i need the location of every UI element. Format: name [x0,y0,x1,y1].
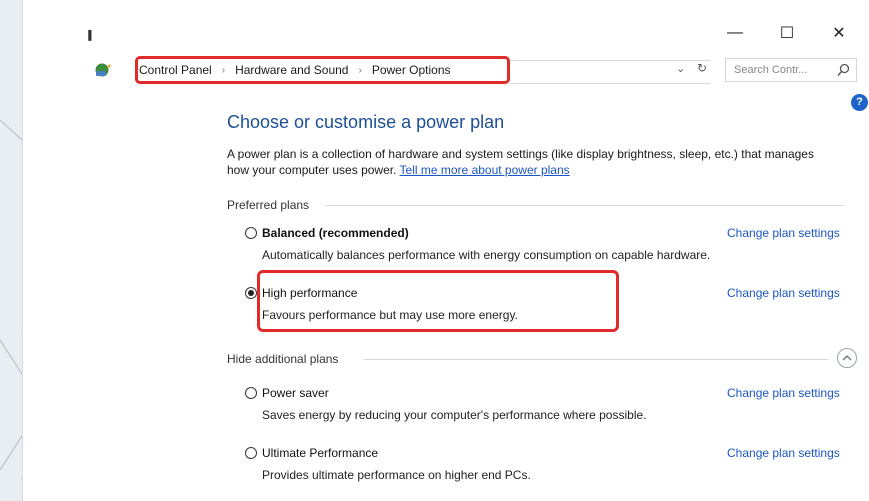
minimize-icon: — [727,24,743,41]
preferred-plans-label: Preferred plans [227,198,310,212]
page-description: A power plan is a collection of hardware… [227,146,837,178]
page-title: Choose or customise a power plan [227,112,505,132]
collapse-button[interactable] [837,348,857,368]
breadcrumb-item-hardware-and-sound[interactable]: Hardware and Sound [235,63,348,77]
plan-name[interactable]: Power saver [262,386,329,400]
plan-description: Provides ultimate performance on higher … [262,468,531,482]
help-icon[interactable]: ? [851,94,868,111]
power-options-window: ▐ — ☐ ✕ Control Panel › Hardware and Sou… [22,0,869,501]
radio-balanced[interactable] [245,227,257,239]
plan-name[interactable]: Balanced (recommended) [262,226,409,240]
control-panel-icon[interactable] [93,60,113,80]
title-bar: ▐ — ☐ ✕ [23,0,869,52]
radio-ultimate-performance[interactable] [245,447,257,459]
change-plan-settings-link[interactable]: Change plan settings [727,446,840,460]
chevron-right-icon[interactable]: › [358,65,361,76]
chevron-right-icon[interactable]: › [222,65,225,76]
hide-additional-plans-label[interactable]: Hide additional plans [227,352,338,366]
chevron-up-icon [842,355,852,361]
search-input[interactable]: Search Contr... [725,58,857,82]
minimize-button[interactable]: — [715,18,755,48]
refresh-icon[interactable]: ↻ [697,61,707,75]
close-icon: ✕ [832,25,846,42]
breadcrumb-item-power-options[interactable]: Power Options [372,63,451,77]
divider [325,205,845,206]
learn-more-link[interactable]: Tell me more about power plans [400,163,570,177]
radio-power-saver[interactable] [245,387,257,399]
plan-description: Automatically balances performance with … [262,248,711,262]
address-bar: Control Panel › Hardware and Sound › Pow… [23,52,869,88]
app-icon: ▐ [85,30,92,40]
search-placeholder: Search Contr... [734,64,808,76]
breadcrumb: Control Panel › Hardware and Sound › Pow… [139,63,451,77]
close-button[interactable]: ✕ [819,18,859,48]
change-plan-settings-link[interactable]: Change plan settings [727,226,840,240]
high-performance-highlight [257,270,619,332]
radio-high-performance[interactable] [245,287,257,299]
change-plan-settings-link[interactable]: Change plan settings [727,286,840,300]
maximize-button[interactable]: ☐ [767,18,807,48]
dropdown-arrow-icon[interactable]: ⌄ [676,62,685,75]
maximize-icon: ☐ [779,25,795,42]
left-panel [23,100,193,330]
plan-name[interactable]: Ultimate Performance [262,446,378,460]
divider [363,359,829,360]
plan-description: Saves energy by reducing your computer's… [262,408,647,422]
breadcrumb-item-control-panel[interactable]: Control Panel [139,63,212,77]
search-icon[interactable] [837,63,850,77]
change-plan-settings-link[interactable]: Change plan settings [727,386,840,400]
